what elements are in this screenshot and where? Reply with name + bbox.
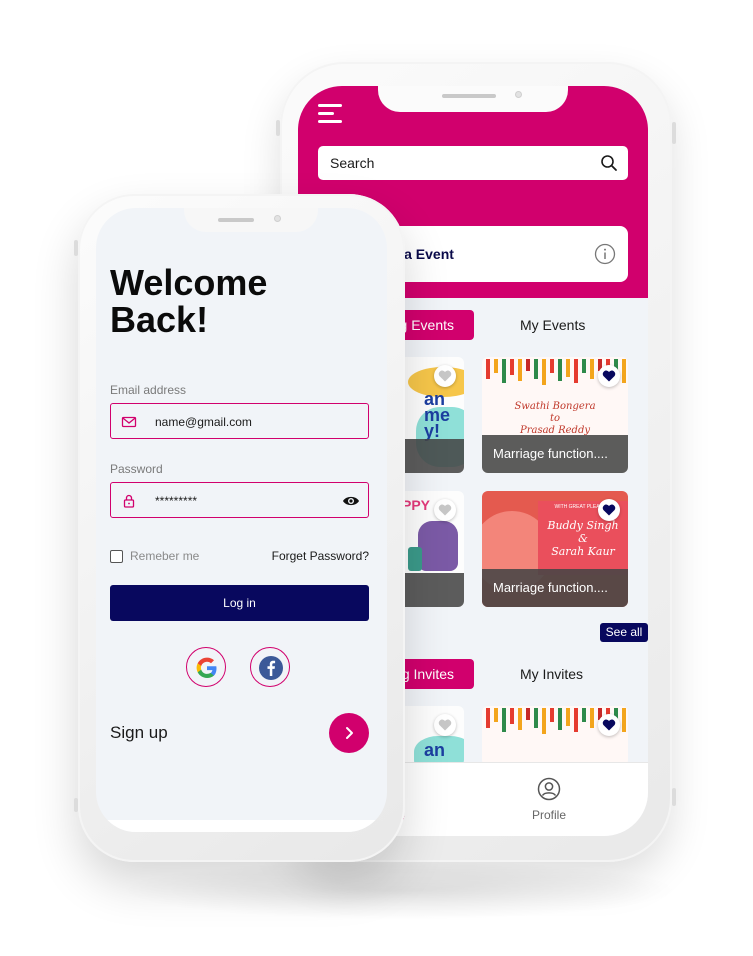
card-art (408, 547, 422, 571)
profile-icon[interactable] (537, 777, 561, 801)
event-card-title: Marriage function.... (493, 446, 608, 461)
email-label: Email address (110, 383, 187, 397)
phone-side-button (74, 798, 78, 812)
screen-bottom-edge (96, 820, 387, 832)
facebook-icon (259, 656, 283, 680)
search-input[interactable]: Search (318, 146, 628, 180)
card-label-bar: Marriage function.... (482, 435, 628, 473)
tab-my-invites[interactable]: My Invites (484, 659, 614, 689)
signup-button[interactable] (329, 713, 369, 753)
info-icon[interactable] (594, 243, 616, 265)
chevron-right-icon (346, 727, 353, 739)
search-icon[interactable] (600, 154, 618, 172)
email-value: name@gmail.com (155, 415, 252, 429)
tab-label: My Invites (520, 666, 584, 682)
event-card[interactable]: Swathi Bongera to Prasad Reddy Marriage … (482, 357, 628, 473)
invite-card[interactable] (482, 706, 628, 766)
login-screen: Welcome Back! Email address name@gmail.c… (96, 208, 387, 832)
phone-side-button (672, 122, 676, 144)
phone-notch (378, 86, 568, 112)
lock-icon (123, 494, 135, 508)
forgot-password-link[interactable]: Forget Password? (272, 549, 369, 563)
google-icon (196, 657, 217, 678)
front-camera (274, 215, 281, 222)
tab-label: g Events (399, 317, 454, 333)
phone-side-button (74, 240, 78, 256)
phone-side-button (672, 788, 676, 806)
invite-names: Swathi Bongera to Prasad Reddy (514, 401, 596, 436)
speaker-grille (218, 218, 254, 222)
eye-icon[interactable] (342, 493, 360, 509)
password-field[interactable]: ********* (110, 482, 369, 518)
page-title: Welcome Back! (110, 262, 268, 340)
tab-label: g Invites (401, 666, 454, 682)
event-card[interactable]: WITH GREAT PLEASURE Buddy Singh & Sarah … (482, 491, 628, 607)
remember-me-label[interactable]: Remeber me (130, 549, 199, 563)
event-card-title: Marriage function.... (493, 580, 608, 595)
mail-icon (121, 416, 137, 428)
favorite-icon[interactable] (434, 499, 456, 521)
card-art-text: an (424, 740, 446, 760)
google-login-button[interactable] (186, 647, 226, 687)
floor-shadow (120, 860, 680, 920)
front-camera (515, 91, 522, 98)
invite-names: Buddy Singh & Sarah Kaur (547, 519, 619, 558)
password-label: Password (110, 462, 163, 476)
login-button[interactable]: Log in (110, 585, 369, 621)
search-placeholder: Search (330, 155, 375, 171)
card-label-bar: Marriage function.... (482, 569, 628, 607)
facebook-login-button[interactable] (250, 647, 290, 687)
favorite-icon[interactable] (434, 365, 456, 387)
favorite-icon[interactable] (598, 499, 620, 521)
signup-label[interactable]: Sign up (110, 723, 168, 743)
phone-side-button (276, 120, 280, 136)
nav-profile-label[interactable]: Profile (532, 808, 566, 822)
card-art-text: an me y! (424, 389, 451, 441)
tab-label: My Events (520, 317, 586, 333)
email-field[interactable]: name@gmail.com (110, 403, 369, 439)
remember-me-checkbox[interactable] (110, 550, 123, 563)
password-value: ********* (155, 494, 198, 508)
speaker-grille (442, 94, 496, 98)
card-art-text: PPY (402, 497, 431, 513)
favorite-icon[interactable] (434, 714, 456, 736)
phone-notch (184, 208, 318, 232)
front-phone-frame: Welcome Back! Email address name@gmail.c… (74, 194, 405, 862)
card-art (418, 521, 458, 571)
see-all-button[interactable]: See all (600, 623, 648, 642)
favorite-icon[interactable] (598, 714, 620, 736)
favorite-icon[interactable] (598, 365, 620, 387)
tab-my-events[interactable]: My Events (484, 310, 614, 340)
menu-icon[interactable] (318, 104, 344, 124)
